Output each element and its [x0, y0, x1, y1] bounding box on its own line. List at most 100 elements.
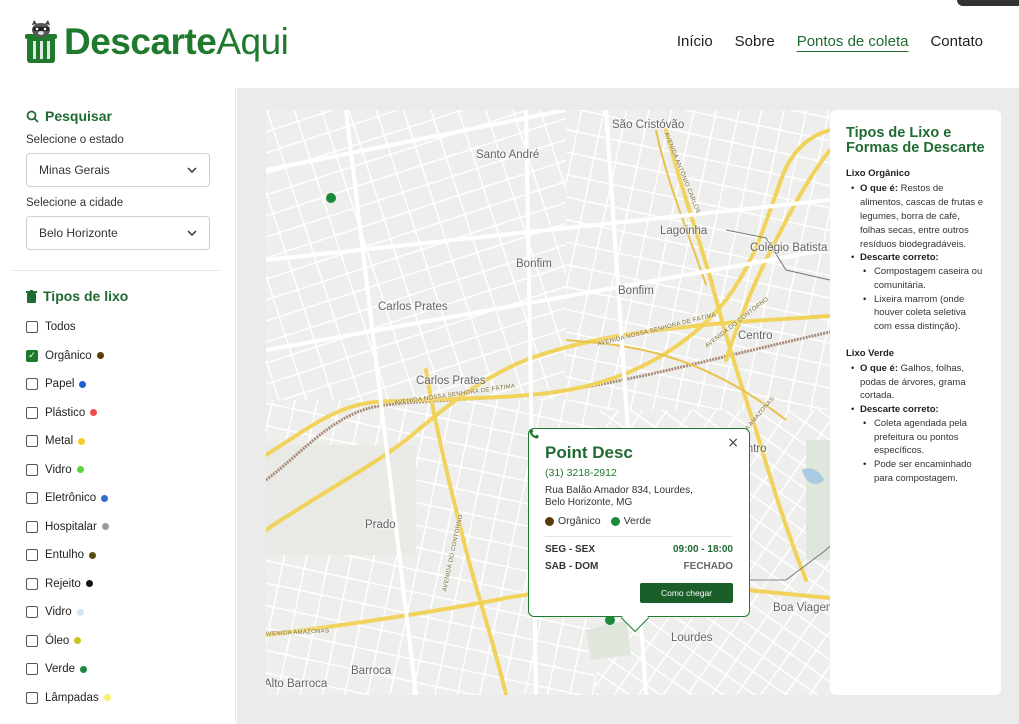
- checkbox[interactable]: [26, 406, 38, 419]
- info-disposal-item: Compostagem caseira ou comunitária.: [860, 265, 985, 293]
- checkbox[interactable]: [26, 691, 38, 704]
- info-what-label: O que é:: [860, 183, 899, 195]
- map-label-area: Alto Barroca: [266, 678, 328, 690]
- type-filter-item[interactable]: Vidro: [26, 456, 216, 485]
- type-filter-item[interactable]: ✓ Orgânico: [26, 342, 216, 371]
- nav-sobre[interactable]: Sobre: [735, 33, 775, 50]
- map-label-area: Santo André: [476, 149, 540, 161]
- popup-phone-text: (31) 3218-2912: [545, 467, 617, 479]
- hours-days: SAB - DOM: [545, 561, 599, 572]
- type-filter-item[interactable]: Rejeito: [26, 570, 216, 599]
- state-select[interactable]: Minas Gerais: [26, 153, 210, 187]
- info-section-heading: Lixo Verde: [846, 347, 895, 359]
- type-filter-label: Todos: [45, 321, 76, 334]
- checkbox[interactable]: [26, 577, 38, 590]
- type-color-dot: [610, 516, 620, 526]
- type-filter-label: Orgânico: [45, 349, 92, 362]
- search-icon: [26, 110, 39, 123]
- checkbox[interactable]: [26, 634, 38, 647]
- map-label-area: São Cristóvão: [612, 119, 685, 131]
- popup-phone[interactable]: (31) 3218-2912: [529, 429, 733, 479]
- collection-point-popup: × Point Desc (31) 3218-2912 Rua Balão Am…: [528, 428, 750, 633]
- type-filter-label: Eletrônico: [45, 492, 97, 505]
- map-label-area: Colégio Batista: [750, 242, 828, 254]
- type-filter-item[interactable]: Eletrônico: [26, 484, 216, 513]
- type-filter-item[interactable]: Plástico: [26, 399, 216, 428]
- map-label-area: Lourdes: [671, 632, 713, 644]
- type-filter-item[interactable]: Verde: [26, 655, 216, 684]
- type-filter-item[interactable]: Todos: [26, 313, 216, 342]
- type-filter-item[interactable]: Metal: [26, 427, 216, 456]
- type-filter-item[interactable]: Lâmpadas: [26, 684, 216, 713]
- city-select[interactable]: Belo Horizonte: [26, 216, 210, 250]
- checkbox[interactable]: [26, 663, 38, 676]
- phone-icon: [529, 429, 539, 439]
- type-color-dot: [79, 380, 87, 388]
- raccoon-trash-icon: [25, 20, 57, 63]
- info-section-heading: Lixo Orgânico: [846, 168, 910, 180]
- checkbox-checked[interactable]: ✓: [26, 349, 38, 362]
- type-filter-label: Hospitalar: [45, 520, 97, 533]
- nav-pontos-de-coleta[interactable]: Pontos de coleta: [797, 33, 909, 50]
- brand-bold: Descarte: [64, 21, 217, 62]
- info-list: O que é: Galhos, folhas, podas de árvore…: [846, 362, 985, 486]
- brand-name: DescarteAqui: [64, 21, 289, 63]
- checkbox[interactable]: [26, 463, 38, 476]
- info-disposal-label: Descarte correto:: [860, 252, 939, 264]
- popup-address-line1: Rua Balão Amador 834, Lourdes,: [545, 485, 693, 496]
- hours-time: FECHADO: [683, 561, 733, 572]
- directions-button[interactable]: Como chegar: [640, 583, 733, 603]
- nav-contato[interactable]: Contato: [930, 33, 983, 50]
- popup-type-label: Orgânico: [558, 515, 601, 527]
- site-header: DescarteAqui Início Sobre Pontos de cole…: [0, 0, 1019, 88]
- search-title-text: Pesquisar: [45, 108, 112, 124]
- map-label-area: Carlos Prates: [378, 301, 448, 313]
- info-disposal-label: Descarte correto:: [860, 404, 939, 416]
- info-what-label: O que é:: [860, 362, 899, 374]
- type-filter-item[interactable]: Hospitalar: [26, 513, 216, 542]
- type-filter-label: Vidro: [45, 463, 72, 476]
- info-title: Tipos de Lixo e Formas de Descarte: [846, 125, 985, 157]
- type-filter-label: Vidro: [45, 606, 72, 619]
- checkbox[interactable]: [26, 321, 38, 334]
- types-title-text: Tipos de lixo: [43, 288, 129, 304]
- chevron-down-icon: [187, 167, 197, 173]
- type-color-dot: [545, 516, 554, 526]
- sidebar-divider: [12, 270, 220, 271]
- checkbox[interactable]: [26, 435, 38, 448]
- type-filter-label: Plástico: [45, 406, 86, 419]
- type-color-dot: [85, 580, 93, 588]
- map-label-area: Barroca: [351, 665, 392, 677]
- type-color-dot: [80, 665, 88, 673]
- info-list: O que é: Restos de alimentos, cascas de …: [846, 182, 985, 333]
- type-filter-item[interactable]: Vidro: [26, 598, 216, 627]
- checkbox[interactable]: [26, 520, 38, 533]
- close-icon[interactable]: ×: [727, 435, 739, 451]
- checkbox[interactable]: [26, 492, 38, 505]
- info-disposal-item: Pode ser encaminhado para compostagem.: [860, 458, 985, 486]
- logo[interactable]: DescarteAqui: [24, 16, 289, 68]
- type-filter-label: Óleo: [45, 634, 70, 647]
- info-disposal: Descarte correto: Compostagem caseira ou…: [846, 251, 985, 334]
- info-what: O que é: Restos de alimentos, cascas de …: [846, 182, 985, 251]
- collection-marker[interactable]: [326, 193, 336, 203]
- map[interactable]: São Cristóvão Santo André Lagoinha Colég…: [266, 110, 830, 695]
- type-filter-item[interactable]: Óleo: [26, 627, 216, 656]
- type-color-dot: [78, 437, 86, 445]
- type-color-dot: [76, 466, 84, 474]
- checkbox[interactable]: [26, 549, 38, 562]
- type-filter-item[interactable]: Papel: [26, 370, 216, 399]
- type-filter-item[interactable]: Entulho: [26, 541, 216, 570]
- main-nav: Início Sobre Pontos de coleta Contato: [677, 33, 983, 50]
- search-title: Pesquisar: [26, 108, 210, 124]
- checkbox[interactable]: [26, 606, 38, 619]
- type-filter-label: Entulho: [45, 549, 85, 562]
- type-color-dot: [103, 694, 111, 702]
- search-section: Pesquisar Selecione o estado Minas Gerai…: [26, 108, 210, 250]
- popup-address: Rua Balão Amador 834, Lourdes, Belo Hori…: [545, 485, 733, 509]
- checkbox[interactable]: [26, 378, 38, 391]
- brand-light: Aqui: [216, 21, 289, 62]
- type-filter-label: Verde: [45, 663, 76, 676]
- nav-inicio[interactable]: Início: [677, 33, 713, 50]
- trash-icon: [26, 289, 37, 303]
